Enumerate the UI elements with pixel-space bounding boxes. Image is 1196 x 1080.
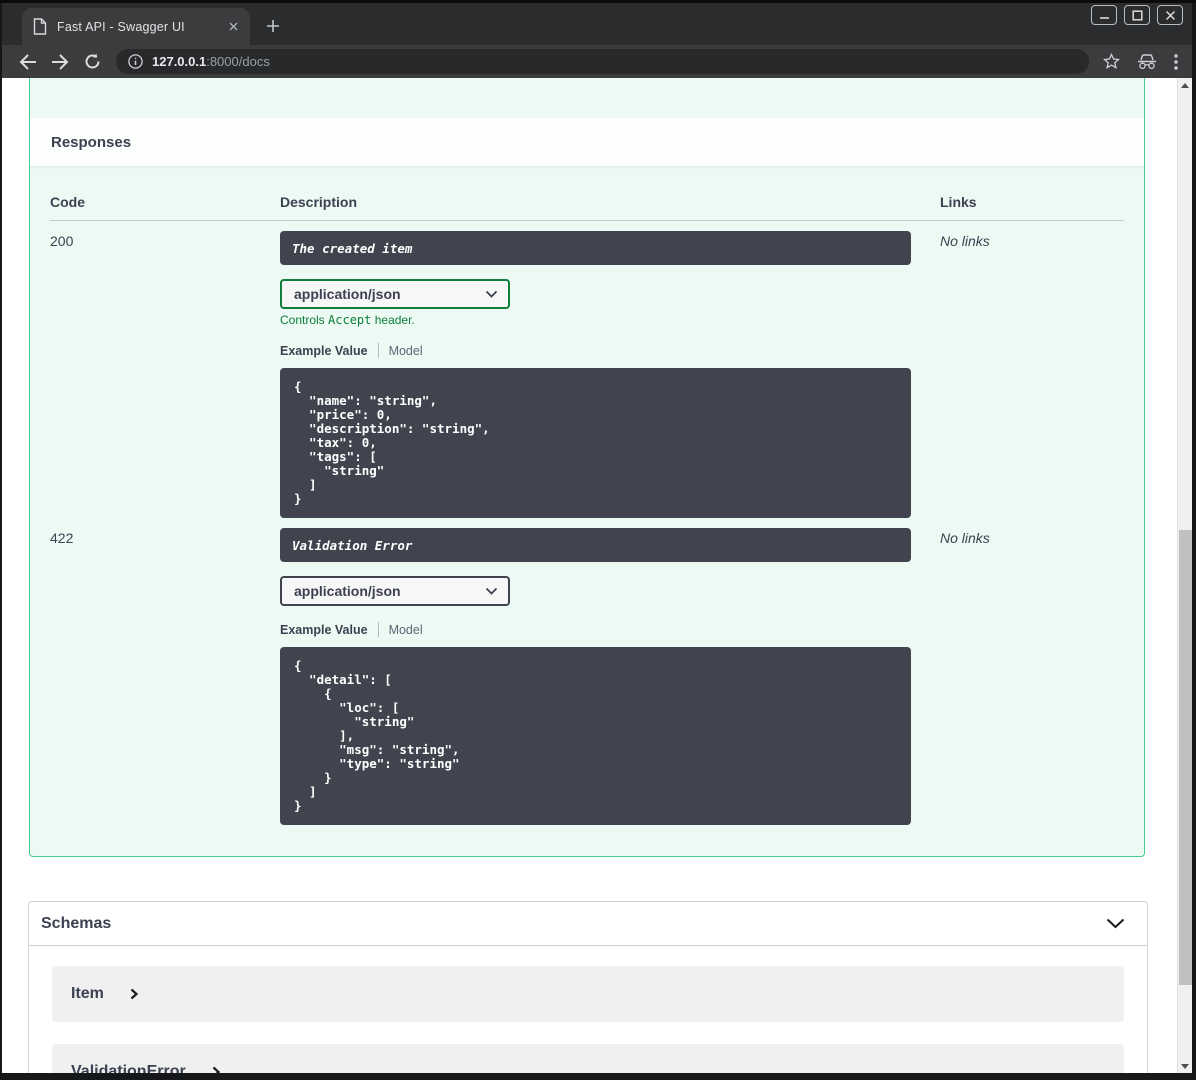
responses-title: Responses <box>51 133 132 151</box>
tab-title: Fast API - Swagger UI <box>57 19 185 34</box>
tab-close-icon[interactable] <box>224 18 242 36</box>
responses-section-header: Responses <box>30 118 1144 166</box>
chevron-down-icon <box>485 290 498 298</box>
url-path: :8000/docs <box>206 54 270 69</box>
model-validationerror[interactable]: ValidationError <box>52 1044 1124 1073</box>
response-description-cell: The created item application/json Contro… <box>280 231 940 518</box>
response-links: No links <box>940 233 990 249</box>
scroll-up-icon[interactable] <box>1178 78 1192 92</box>
response-row-422: 422 Validation Error application/json Ex… <box>50 518 1124 825</box>
model-name: Item <box>71 985 104 1002</box>
tab-example-value[interactable]: Example Value <box>280 344 368 358</box>
media-type-select[interactable]: application/json <box>280 576 510 606</box>
col-header-description: Description <box>280 194 358 210</box>
browser-toolbar: 127.0.0.1:8000/docs <box>2 45 1192 78</box>
window-controls <box>1091 5 1183 25</box>
chevron-down-icon[interactable] <box>1106 918 1125 929</box>
accept-note: Controls Accept header. <box>280 313 415 327</box>
title-bar: Fast API - Swagger UI <box>2 3 1192 45</box>
maximize-icon[interactable] <box>1124 5 1150 25</box>
bookmark-star-icon[interactable] <box>1103 53 1120 70</box>
response-description: The created item <box>280 231 911 265</box>
response-description: Validation Error <box>280 528 911 562</box>
schemas-section: Schemas Item ValidationError <box>28 901 1148 1073</box>
browser-tab[interactable]: Fast API - Swagger UI <box>22 8 250 45</box>
response-description-cell: Validation Error application/json Exampl… <box>280 528 940 825</box>
model-item[interactable]: Item <box>52 966 1124 1022</box>
incognito-icon[interactable] <box>1137 53 1157 70</box>
close-icon[interactable] <box>1157 5 1183 25</box>
menu-dots-icon[interactable] <box>1174 53 1178 70</box>
schemas-title: Schemas <box>41 914 112 932</box>
col-header-code: Code <box>50 194 85 210</box>
response-code: 422 <box>50 530 74 546</box>
model-name: ValidationError <box>71 1063 186 1073</box>
forward-icon[interactable] <box>47 49 73 75</box>
url-host: 127.0.0.1 <box>152 54 207 69</box>
responses-table: Code Description Links 200 The created i… <box>30 166 1144 825</box>
toolbar-right <box>1103 53 1178 70</box>
example-model-tabs: Example Value Model <box>280 622 940 637</box>
scroll-down-icon[interactable] <box>1178 1059 1192 1073</box>
tab-divider <box>377 343 379 358</box>
schemas-models: Item ValidationError <box>29 946 1147 1073</box>
chevron-right-icon[interactable] <box>212 1066 220 1073</box>
tab-divider <box>377 622 379 637</box>
response-row-200: 200 The created item application/json Co… <box>50 221 1124 518</box>
swagger-page: Responses Code Description Links 200 The… <box>2 78 1192 1073</box>
back-icon[interactable] <box>15 49 41 75</box>
chevron-down-icon <box>485 587 498 595</box>
response-code: 200 <box>50 233 74 249</box>
minimize-icon[interactable] <box>1091 5 1117 25</box>
response-links: No links <box>940 530 990 546</box>
page-scrollbar[interactable] <box>1177 78 1192 1073</box>
media-type-value: application/json <box>294 286 401 302</box>
example-json-200: { "name": "string", "price": 0, "descrip… <box>280 368 911 518</box>
opblock-spacer <box>30 78 1144 118</box>
url-text: 127.0.0.1:8000/docs <box>152 54 270 69</box>
new-tab-icon[interactable] <box>260 13 286 39</box>
opblock-post: Responses Code Description Links 200 The… <box>29 78 1145 857</box>
tab-example-value[interactable]: Example Value <box>280 623 368 637</box>
example-json-422: { "detail": [ { "loc": [ "string" ], "ms… <box>280 647 911 825</box>
reload-icon[interactable] <box>79 49 105 75</box>
browser-window: Fast API - Swagger UI 127.0.0.1:8000/doc… <box>0 0 1196 1080</box>
tab-model[interactable]: Model <box>389 623 423 637</box>
scrollbar-thumb[interactable] <box>1179 530 1192 985</box>
page-icon <box>33 18 47 35</box>
media-type-value: application/json <box>294 583 401 599</box>
site-info-icon[interactable] <box>128 54 143 69</box>
responses-table-header: Code Description Links <box>50 194 1124 221</box>
media-type-select[interactable]: application/json <box>280 279 510 309</box>
address-bar[interactable]: 127.0.0.1:8000/docs <box>116 49 1089 74</box>
schemas-header[interactable]: Schemas <box>29 902 1147 946</box>
tab-model[interactable]: Model <box>389 344 423 358</box>
chevron-right-icon[interactable] <box>130 988 138 1000</box>
example-model-tabs: Example Value Model <box>280 343 940 358</box>
col-header-links: Links <box>940 194 977 210</box>
